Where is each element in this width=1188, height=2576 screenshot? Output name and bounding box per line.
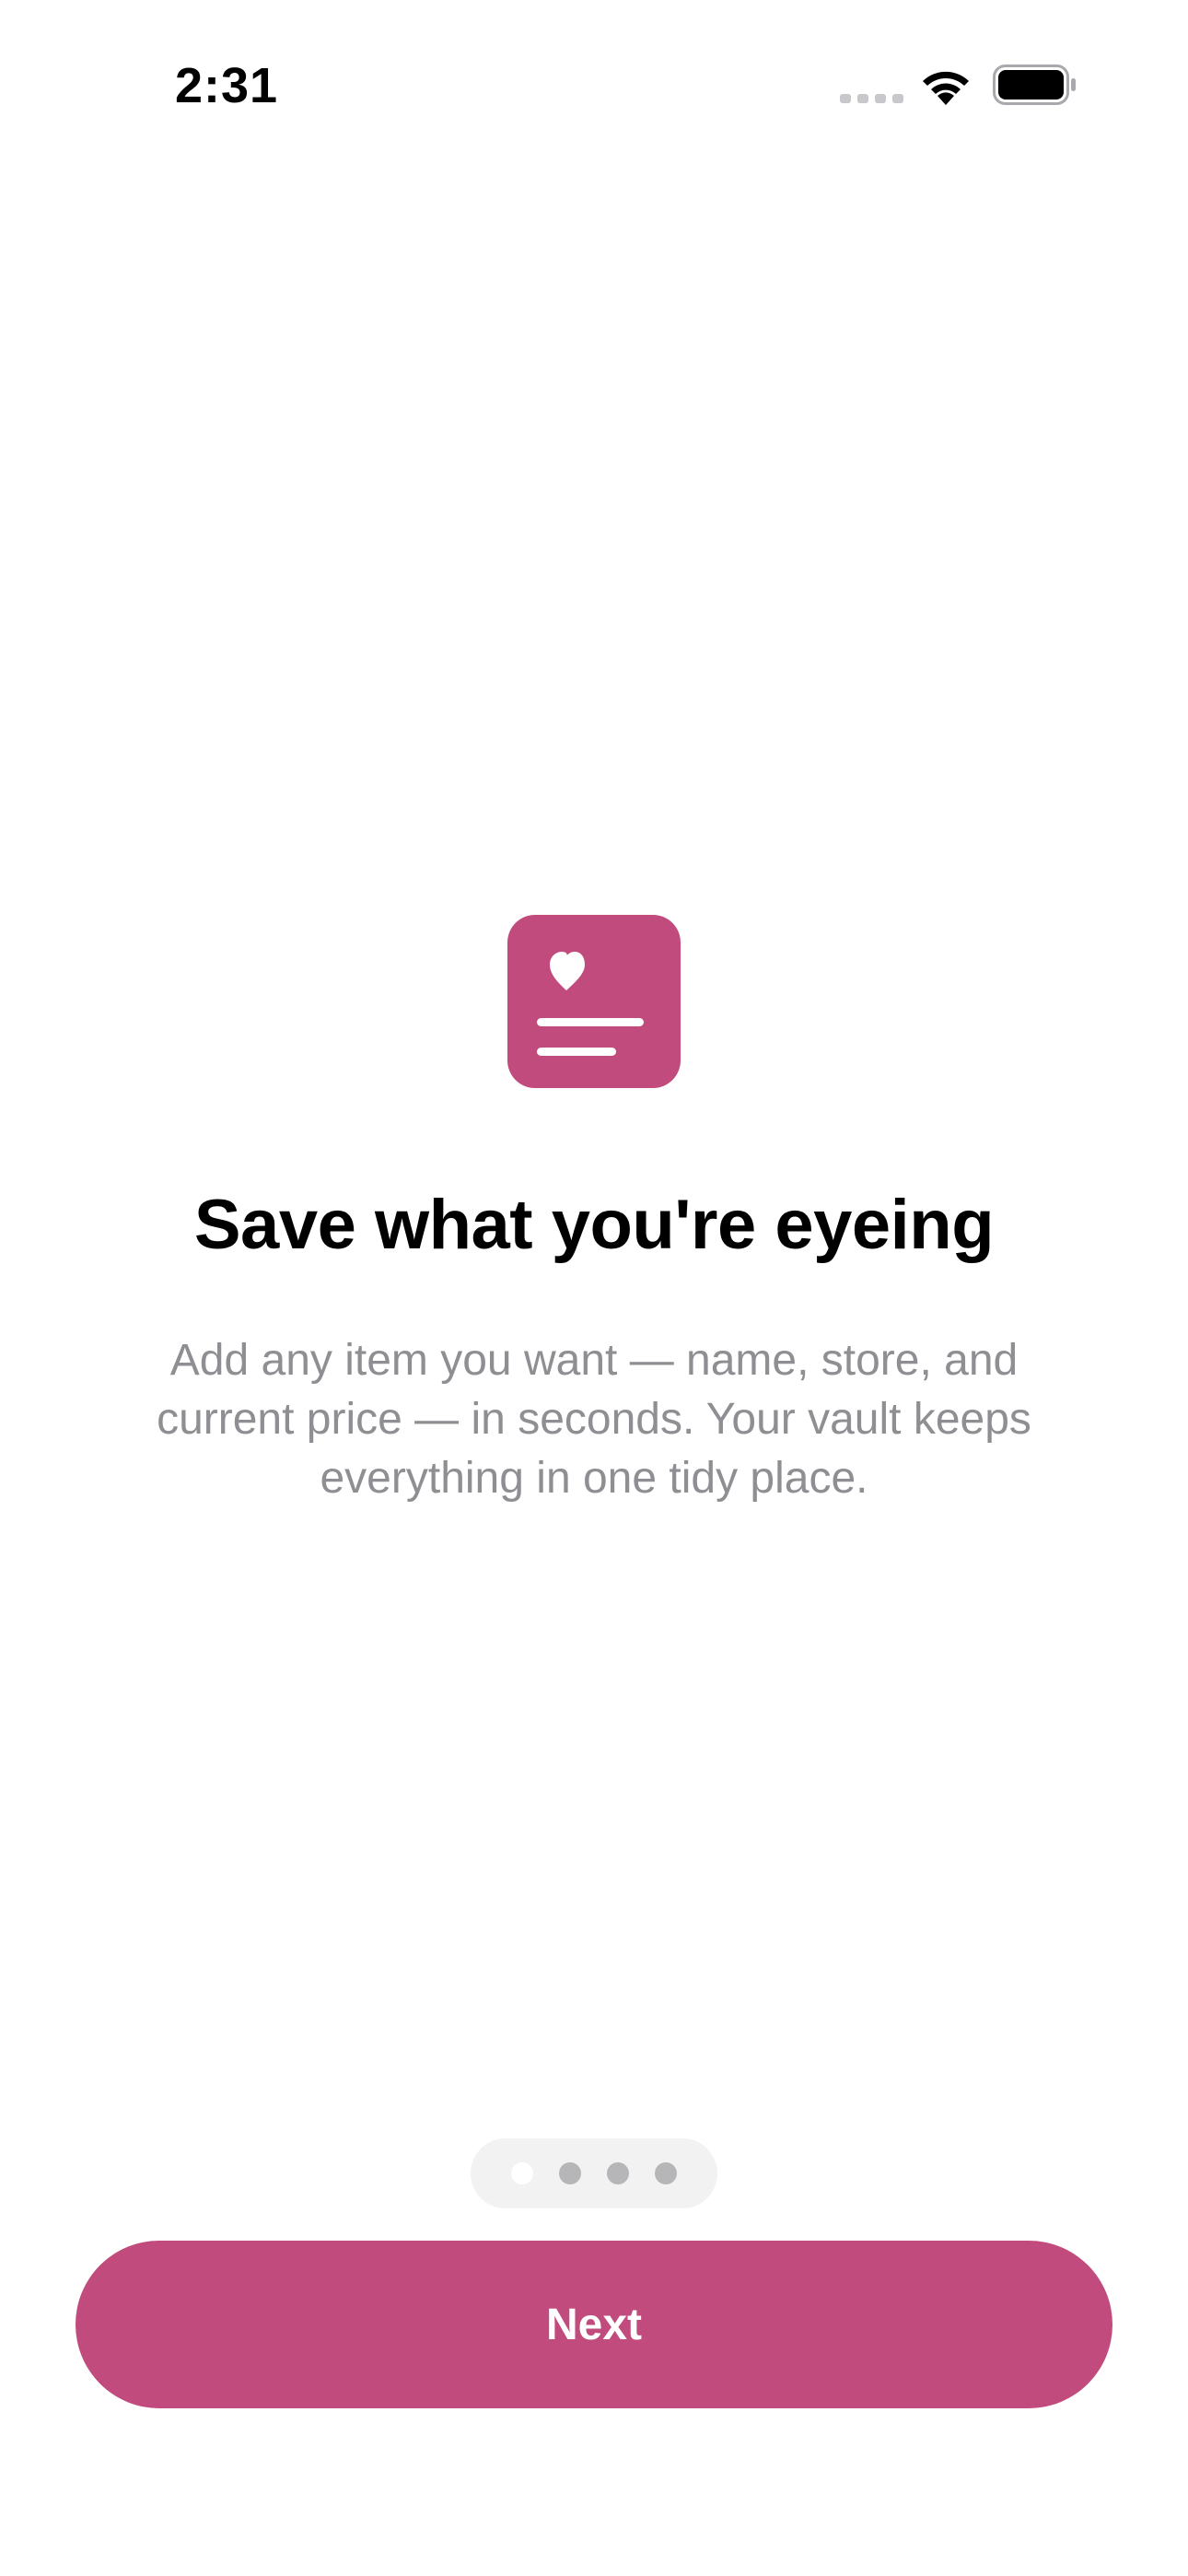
- status-bar: 2:31: [0, 0, 1188, 175]
- page-dot-3[interactable]: [607, 2162, 629, 2184]
- page-dot-4[interactable]: [655, 2162, 677, 2184]
- battery-icon: [993, 64, 1076, 105]
- page-dot-1[interactable]: [511, 2162, 533, 2184]
- page-dot-2[interactable]: [559, 2162, 581, 2184]
- heart-list-icon: [537, 952, 644, 1056]
- status-time: 2:31: [175, 58, 279, 113]
- next-button[interactable]: Next: [76, 2241, 1112, 2408]
- onboarding-description: Add any item you want — name, store, and…: [157, 1336, 1031, 1503]
- onboarding-title: Save what you're eyeing: [193, 1186, 995, 1264]
- page-indicator[interactable]: [471, 2138, 717, 2208]
- saved-item-card-icon: [507, 915, 681, 1088]
- wifi-icon: [923, 71, 969, 105]
- cellular-signal-icon: [840, 94, 903, 103]
